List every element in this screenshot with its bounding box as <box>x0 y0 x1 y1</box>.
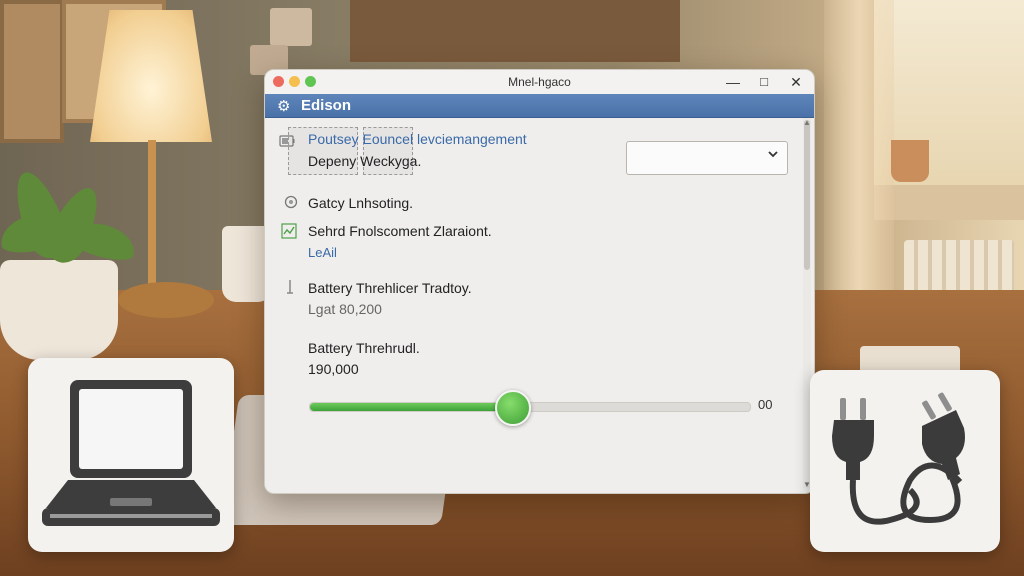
minimize-button[interactable]: — <box>722 72 744 92</box>
background-note <box>270 8 312 46</box>
background-lamp-shade <box>90 10 212 142</box>
chevron-down-icon <box>768 151 778 158</box>
battery-threshold-2-value: 190,000 <box>308 361 359 377</box>
slider-fill <box>310 403 513 411</box>
power-plug-icon <box>832 392 965 525</box>
background-plant-mug <box>0 260 118 360</box>
power-management-label[interactable]: Poutsey Eouncel levciemangement <box>308 131 527 147</box>
pin-icon <box>287 280 293 294</box>
battery-threshold-value: Lgat 80,200 <box>308 301 382 317</box>
background-window-sill <box>874 185 1024 220</box>
performance-label: Sehrd Fnolscoment Zlaraiont. <box>308 223 492 239</box>
background-lamp-stem <box>148 140 156 290</box>
close-button[interactable]: ✕ <box>785 72 807 92</box>
title-bar: Mnel-hgaco — □ ✕ <box>265 70 814 95</box>
power-plug-card[interactable] <box>810 370 1000 552</box>
power-mode-dropdown[interactable] <box>626 141 788 175</box>
background-lamp-base <box>118 282 214 318</box>
battery-threshold-2-label: Battery Threhrudl. <box>308 340 420 356</box>
settings-content: Poutsey Eouncel levciemangement Depeny W… <box>265 117 814 493</box>
scrollbar-thumb[interactable] <box>804 120 810 270</box>
background-picture-frame <box>0 0 64 143</box>
laptop-icon <box>42 380 220 526</box>
background-curtain <box>824 0 894 320</box>
battery-threshold-slider[interactable] <box>309 390 751 426</box>
chart-icon <box>281 223 297 239</box>
gear-icon: ⚙ <box>277 98 291 115</box>
laptop-card[interactable] <box>28 358 234 552</box>
battery-threshold-label: Battery Threhlicer Tradtoy. <box>308 280 472 296</box>
performance-link[interactable]: LeAil <box>308 245 337 260</box>
maximize-button[interactable]: □ <box>753 72 775 92</box>
slider-readout: 00 <box>758 397 773 412</box>
gateway-label: Gatcy Lnhsoting. <box>308 195 414 211</box>
background-plant-pot <box>891 140 929 182</box>
scroll-up-arrow[interactable]: ▲ <box>803 118 811 127</box>
refresh-icon <box>284 195 298 209</box>
power-management-value: Depeny Weckyga. <box>308 153 422 169</box>
app-title: Edison <box>301 97 352 114</box>
settings-window: Mnel-hgaco — □ ✕ ⚙ Edison Poutsey Eounce… <box>264 69 815 494</box>
app-header: ⚙ Edison <box>265 94 814 118</box>
background-shelf <box>350 0 680 62</box>
battery-icon <box>279 135 295 147</box>
slider-thumb[interactable] <box>495 390 532 426</box>
